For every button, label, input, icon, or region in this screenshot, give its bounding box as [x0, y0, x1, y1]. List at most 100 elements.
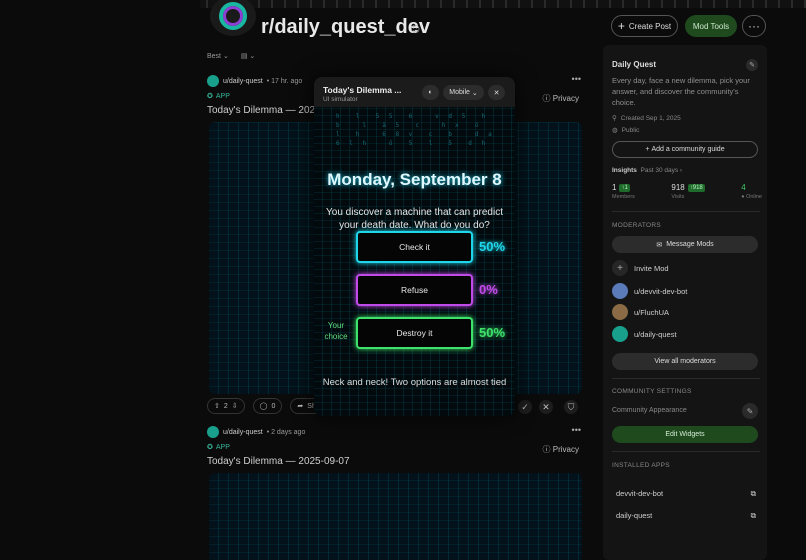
subreddit-title: r/daily_quest_dev [261, 16, 430, 38]
community-description: Every day, face a new dilemma, pick your… [612, 76, 750, 107]
moderator-name: u/devvit-dev-bot [634, 286, 688, 296]
option-destroy-it[interactable]: Destroy it [356, 317, 473, 349]
snoo-icon: ☺ [408, 20, 423, 36]
view-toggle[interactable]: ▤ ⌄ [241, 52, 255, 60]
option-percent: 0% [479, 282, 498, 297]
vote-buttons[interactable]: ⇧ 2 ⇩ [207, 398, 245, 414]
insights[interactable]: Insights Past 30 days › [612, 167, 682, 174]
stats-row: 1 ↑1 Members 918 ↑918 Visits 4 ● Online [612, 183, 762, 200]
device-select[interactable]: Mobile ⌄ [443, 85, 484, 100]
post-embed-preview[interactable] [209, 473, 582, 560]
add-guide-button[interactable]: + Add a community guide [612, 141, 758, 158]
create-post-button[interactable]: + Create Post [611, 15, 678, 37]
divider [612, 378, 760, 379]
post-menu-button[interactable]: ••• [572, 74, 581, 84]
modal-title: Today's Dilemma ... [323, 85, 402, 95]
installed-apps-heading: INSTALLED APPS [612, 462, 670, 469]
community-appearance-label: Community Appearance [612, 407, 687, 414]
insights-label: Insights [612, 167, 637, 174]
insights-range: Past 30 days › [640, 167, 683, 174]
privacy-link[interactable]: ⓘ Privacy [543, 93, 579, 104]
plus-icon: + [612, 260, 628, 276]
author-avatar[interactable] [207, 75, 219, 87]
theme-toggle-icon[interactable]: ◐ [422, 85, 439, 100]
stat-badge: ↑918 [687, 183, 705, 192]
option-refuse[interactable]: Refuse [356, 274, 473, 306]
moderator-item[interactable]: u/daily-quest [612, 326, 677, 342]
privacy-label: Privacy [552, 94, 579, 103]
external-link-icon[interactable]: ⧉ [751, 511, 756, 521]
remove-icon[interactable]: ✕ [539, 400, 553, 414]
installed-app-item[interactable]: devvit-dev-bot ⧉ [616, 489, 756, 499]
sort-dropdown[interactable]: Best ⌄ [207, 52, 229, 60]
modal-header: Today's Dilemma ... UI simulator ◐ Mobil… [314, 77, 515, 107]
result-message: Neck and neck! Two options are almost ti… [322, 377, 507, 388]
stat-label: ● Online [741, 194, 762, 200]
moderator-item[interactable]: u/FluchUA [612, 304, 669, 320]
community-name: Daily Quest [612, 60, 657, 69]
post-card[interactable]: u/daily-quest • 2 days ago ••• ✪ APP ⓘ Pr… [207, 425, 585, 560]
edit-widgets-button[interactable]: Edit Widgets [612, 426, 758, 443]
app-name: daily-quest [616, 511, 653, 520]
cake-icon: ⚲ [612, 115, 617, 122]
author-avatar[interactable] [207, 426, 219, 438]
avatar [612, 283, 628, 299]
option-check-it[interactable]: Check it [356, 231, 473, 263]
ui-simulator-modal: Today's Dilemma ... UI simulator ◐ Mobil… [314, 77, 515, 416]
option-percent: 50% [479, 239, 506, 254]
create-post-label: Create Post [628, 21, 672, 31]
view-all-moderators-button[interactable]: View all moderators [612, 353, 758, 370]
post-menu-button[interactable]: ••• [572, 425, 581, 435]
app-icon: ✪ [207, 93, 213, 100]
matrix-rain-decoration: h l 5 5 6 v d 5 h b l ä 5 c h x ö l h 6 … [336, 113, 495, 147]
more-options-button[interactable]: ··· [742, 15, 766, 37]
invite-mod-label: Invite Mod [634, 263, 669, 273]
moderator-name: u/daily-quest [634, 329, 677, 339]
community-settings-heading: COMMUNITY SETTINGS [612, 388, 692, 395]
privacy-link[interactable]: ⓘ Privacy [543, 444, 579, 455]
message-mods-button[interactable]: ✉ Message Mods [612, 236, 758, 253]
stat-value: 4 [741, 183, 746, 192]
avatar [612, 304, 628, 320]
installed-app-item[interactable]: daily-quest ⧉ [616, 511, 756, 521]
edit-appearance-icon[interactable]: ✎ [742, 403, 758, 419]
post-time: • 17 hr. ago [266, 77, 303, 85]
stat-online: 4 ● Online [741, 183, 762, 200]
your-choice-label: Your choice [324, 321, 348, 341]
post-title[interactable]: Today's Dilemma — 2025-09-07 [207, 456, 585, 467]
mod-tools-button[interactable]: Mod Tools [685, 15, 737, 37]
downvote-icon[interactable]: ⇩ [232, 402, 238, 410]
moderators-heading: MODERATORS [612, 222, 661, 229]
stat-members: 1 ↑1 Members [612, 183, 635, 200]
close-icon[interactable]: ✕ [488, 85, 505, 100]
app-label: APP [215, 443, 230, 451]
mail-icon: ✉ [656, 241, 663, 249]
comments-button[interactable]: ◯ 0 [252, 398, 283, 414]
shield-icon[interactable]: ⛉ [564, 400, 578, 414]
approve-icon[interactable]: ✓ [518, 400, 532, 414]
subreddit-avatar[interactable] [210, 0, 256, 36]
upvote-icon[interactable]: ⇧ [214, 402, 220, 410]
stat-label: Members [612, 194, 635, 200]
modal-subtitle: UI simulator [323, 96, 358, 103]
sort-label: Best [207, 53, 222, 60]
external-link-icon[interactable]: ⧉ [751, 489, 756, 499]
post-author[interactable]: u/daily-quest [223, 429, 263, 436]
edit-pencil-icon[interactable]: ✎ [746, 59, 758, 71]
message-mods-label: Message Mods [666, 241, 714, 248]
created-label: Created Sep 1, 2025 [620, 114, 681, 122]
divider [612, 211, 760, 212]
visibility-label: Public [621, 126, 640, 134]
divider [612, 451, 760, 452]
moderator-item[interactable]: u/devvit-dev-bot [612, 283, 687, 299]
invite-mod-button[interactable]: + Invite Mod [612, 260, 669, 276]
stat-value: 918 [671, 183, 685, 192]
post-author[interactable]: u/daily-quest [223, 78, 263, 85]
plus-icon: + [617, 19, 625, 33]
app-label: APP [215, 92, 230, 100]
stat-badge: ↑1 [619, 183, 630, 192]
option-percent: 50% [479, 325, 506, 340]
post-header: u/daily-quest • 2 days ago [207, 425, 585, 439]
view-icon: ▤ [240, 53, 248, 60]
community-sidebar: Daily Quest ✎ Every day, face a new dile… [603, 45, 767, 560]
